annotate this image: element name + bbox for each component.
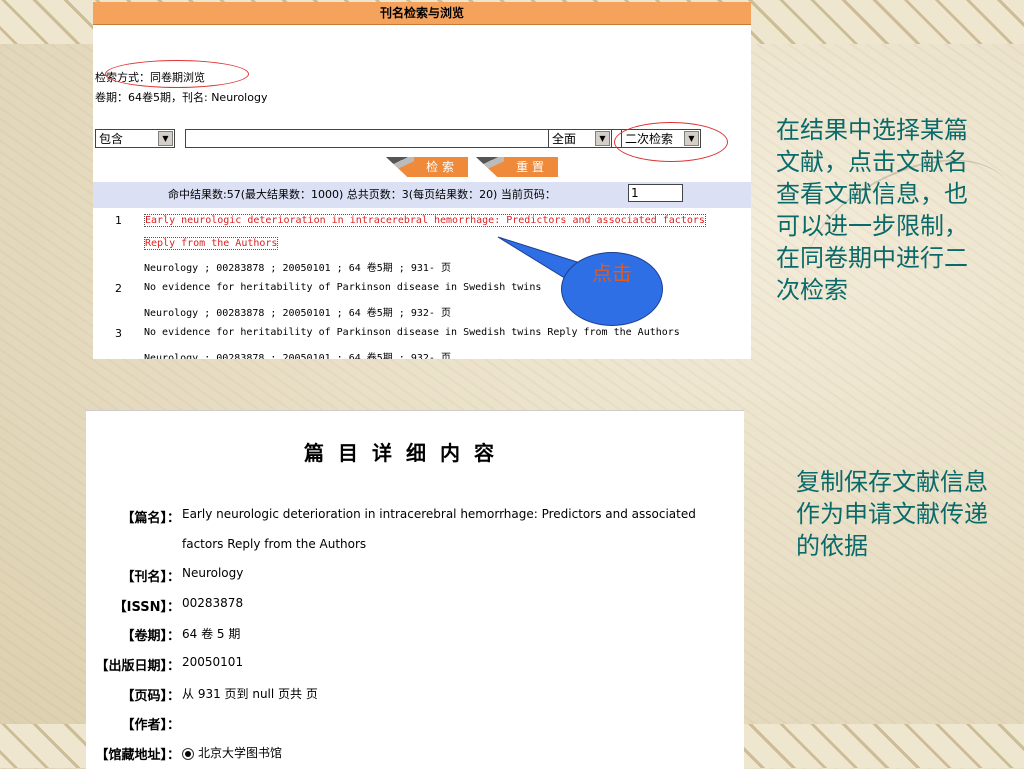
button-stripe-decoration	[386, 157, 414, 177]
field-pages: 【页码】： 从 931 页到 null 页共 页	[86, 685, 744, 707]
field-label: 【篇名】：	[121, 511, 180, 526]
search-button-label: 检 索	[426, 160, 454, 174]
field-label: 【ISSN】：	[113, 600, 180, 615]
result-number: 1	[115, 214, 122, 227]
field-holding: 【馆藏地址】： 北京大学图书馆	[86, 744, 744, 766]
reset-button-label: 重 置	[516, 160, 544, 174]
field-volume: 【卷期】： 64 卷 5 期	[86, 625, 744, 647]
result-meta: Neurology ; 00283878 ; 20050101 ; 64 卷5期…	[144, 308, 451, 319]
result-stats-text: 命中结果数:57(最大结果数：1000) 总共页数：3(每页结果数：20) 当前…	[168, 188, 556, 201]
result-meta: Neurology ; 00283878 ; 20050101 ; 64 卷5期…	[144, 263, 451, 274]
result-title-link[interactable]: No evidence for heritability of Parkinso…	[144, 327, 680, 338]
field-title: 【篇名】： Early neurologic deterioration in …	[86, 507, 744, 529]
field-value: 从 931 页到 null 页共 页	[182, 687, 318, 701]
field-pubdate: 【出版日期】： 20050101	[86, 655, 744, 677]
field-label: 【卷期】：	[121, 629, 180, 644]
chevron-down-icon[interactable]: ▼	[158, 131, 173, 146]
field-value-holding: 北京大学图书馆	[182, 744, 282, 761]
radio-icon[interactable]	[182, 747, 194, 760]
current-page-input[interactable]: 1	[628, 184, 683, 202]
field-value-cont: factors Reply from the Authors	[182, 537, 367, 551]
field-value: Neurology	[182, 566, 244, 580]
highlight-oval-secondary-search	[614, 122, 728, 162]
field-label: 【馆藏地址】：	[95, 748, 180, 763]
field-value: Early neurologic deterioration in intrac…	[182, 507, 696, 521]
record-detail-panel: 篇目详细内容 【篇名】： Early neurologic deteriorat…	[86, 410, 744, 769]
result-meta: Neurology ; 00283878 ; 20050101 ; 64 卷5期…	[144, 353, 451, 359]
field-value: 64 卷 5 期	[182, 627, 241, 641]
field-label: 【作者】：	[121, 718, 180, 733]
field-value: 20050101	[182, 655, 244, 669]
search-browse-panel: 刊名检索与浏览 检索方式：同卷期浏览 卷期：64卷5期，刊名: Neurolog…	[93, 2, 751, 359]
holding-library: 北京大学图书馆	[198, 746, 283, 760]
field-issn: 【ISSN】： 00283878	[86, 596, 744, 618]
field-author: 【作者】：	[86, 714, 744, 736]
field-label: 【刊名】：	[121, 570, 180, 585]
highlight-oval-search-mode	[105, 60, 249, 88]
button-stripe-decoration	[476, 157, 504, 177]
panel-title: 刊名检索与浏览	[93, 2, 751, 25]
reset-button[interactable]: 重 置	[476, 157, 558, 177]
result-number: 3	[115, 327, 122, 340]
field-scope-select[interactable]: 全面 ▼	[548, 129, 612, 148]
result-title-link-cont[interactable]: Reply from the Authors	[144, 237, 279, 250]
detail-heading: 篇目详细内容	[304, 441, 508, 465]
field-label: 【出版日期】：	[95, 659, 180, 674]
field-journal: 【刊名】： Neurology	[86, 566, 744, 588]
instruction-note-select: 在结果中选择某篇文献，点击文献名查看文献信息，也可以进一步限制，在同卷期中进行二…	[776, 116, 968, 304]
chevron-down-icon[interactable]: ▼	[595, 131, 610, 146]
match-type-select[interactable]: 包含 ▼	[95, 129, 175, 148]
click-callout-bubble: 点击	[561, 252, 663, 326]
result-title-link[interactable]: Early neurologic deterioration in intrac…	[144, 214, 706, 227]
match-type-value: 包含	[99, 132, 124, 146]
result-title-link[interactable]: No evidence for heritability of Parkinso…	[144, 282, 541, 293]
instruction-note-save: 复制保存文献信息作为申请文献传递的依据	[796, 468, 988, 560]
field-title-cont: factors Reply from the Authors	[86, 537, 744, 559]
field-label: 【页码】：	[121, 689, 180, 704]
field-value: 00283878	[182, 596, 244, 610]
field-scope-value: 全面	[552, 132, 577, 146]
search-button[interactable]: 检 索	[386, 157, 468, 177]
volume-info-label: 卷期：64卷5期，刊名: Neurology	[95, 91, 268, 104]
callout-text: 点击	[592, 261, 632, 285]
result-number: 2	[115, 282, 122, 295]
